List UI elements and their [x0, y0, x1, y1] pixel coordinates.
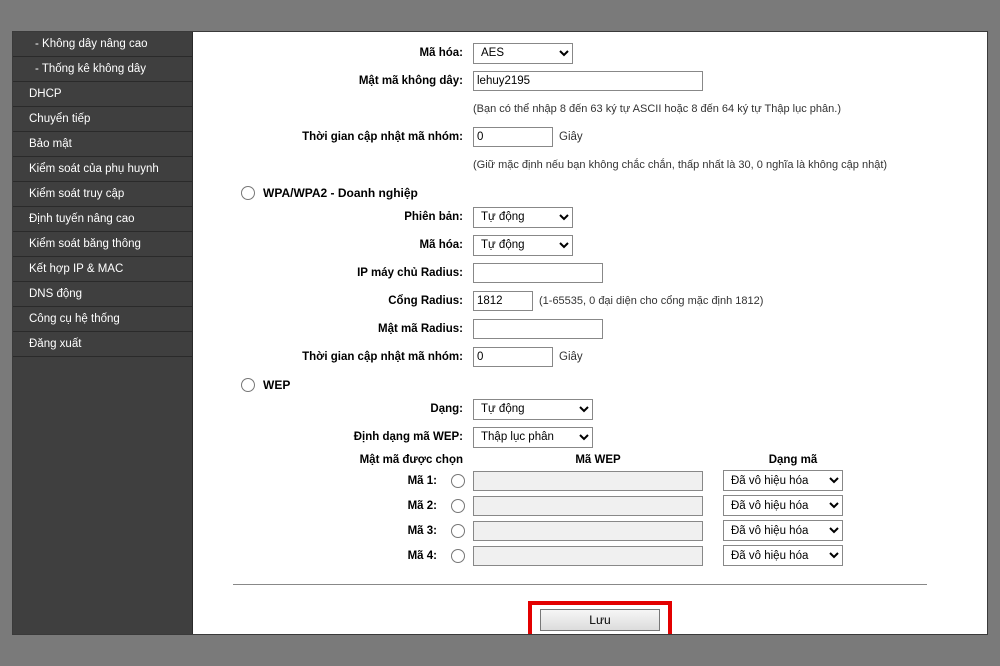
wep-key-label: Mã 4: [233, 550, 443, 562]
input-radius-port[interactable] [473, 291, 533, 311]
wep-key-row: Mã 2: Đã vô hiệu hóa [233, 495, 967, 516]
sidebar-item-6[interactable]: Kiểm soát truy cập [13, 182, 192, 207]
wep-header-selected: Mật mã được chọn [233, 454, 473, 466]
sidebar-item-3[interactable]: Chuyển tiếp [13, 107, 192, 132]
wep-key-row: Mã 1: Đã vô hiệu hóa [233, 470, 967, 491]
sidebar-item-10[interactable]: DNS động [13, 282, 192, 307]
radio-wep-key-3[interactable] [451, 524, 465, 538]
label-ent-encryption: Mã hóa: [233, 239, 473, 251]
label-ent-seconds: Giây [559, 351, 583, 363]
select-wep-key-type-2[interactable]: Đã vô hiệu hóa [723, 495, 843, 516]
label-radius-password: Mật mã Radius: [233, 323, 473, 335]
input-ent-group-key-update[interactable] [473, 347, 553, 367]
sidebar-item-11[interactable]: Công cụ hệ thống [13, 307, 192, 332]
select-encryption[interactable]: AES [473, 43, 573, 64]
input-wep-key-3[interactable] [473, 521, 703, 541]
wep-header-type: Dạng mã [723, 454, 863, 466]
select-wep-type[interactable]: Tự động [473, 399, 593, 420]
select-wep-format[interactable]: Thập lục phân [473, 427, 593, 448]
main-content: Mã hóa: AES Mật mã không dây: (Bạn có th… [193, 32, 987, 634]
radio-wep-key-1[interactable] [451, 474, 465, 488]
sidebar-item-4[interactable]: Bảo mật [13, 132, 192, 157]
radio-wep-key-2[interactable] [451, 499, 465, 513]
hint-group-key-update: (Giữ mặc định nếu bạn không chắc chắn, t… [473, 159, 887, 171]
sidebar-item-5[interactable]: Kiểm soát của phụ huynh [13, 157, 192, 182]
input-radius-password[interactable] [473, 319, 603, 339]
label-encryption: Mã hóa: [233, 47, 473, 59]
divider [233, 584, 927, 585]
label-wep-type: Dạng: [233, 403, 473, 415]
input-wep-key-2[interactable] [473, 496, 703, 516]
input-wep-key-1[interactable] [473, 471, 703, 491]
sidebar-item-0[interactable]: - Không dây nâng cao [13, 32, 192, 57]
section-title-wpa-enterprise: WPA/WPA2 - Doanh nghiệp [263, 186, 418, 200]
wep-key-row: Mã 4: Đã vô hiệu hóa [233, 545, 967, 566]
radio-wpa-enterprise[interactable] [241, 186, 255, 200]
label-ent-group-key-update: Thời gian cập nhật mã nhóm: [233, 351, 473, 363]
input-group-key-update[interactable] [473, 127, 553, 147]
wep-key-row: Mã 3: Đã vô hiệu hóa [233, 520, 967, 541]
app-window: - Không dây nâng cao- Thống kê không dây… [12, 31, 988, 635]
save-button[interactable]: Lưu [540, 609, 660, 631]
label-wireless-password: Mật mã không dây: [233, 75, 473, 87]
wep-header-key: Mã WEP [473, 454, 723, 466]
select-ent-version[interactable]: Tự động [473, 207, 573, 228]
sidebar-item-12[interactable]: Đăng xuất [13, 332, 192, 357]
sidebar-item-1[interactable]: - Thống kê không dây [13, 57, 192, 82]
sidebar-item-8[interactable]: Kiểm soát băng thông [13, 232, 192, 257]
select-ent-encryption[interactable]: Tự động [473, 235, 573, 256]
label-ent-version: Phiên bản: [233, 211, 473, 223]
input-radius-ip[interactable] [473, 263, 603, 283]
highlight-box: Lưu [528, 601, 672, 634]
wep-key-label: Mã 1: [233, 475, 443, 487]
radio-wep[interactable] [241, 378, 255, 392]
sidebar: - Không dây nâng cao- Thống kê không dây… [13, 32, 193, 634]
sidebar-item-7[interactable]: Định tuyến nâng cao [13, 207, 192, 232]
label-radius-ip: IP máy chủ Radius: [233, 267, 473, 279]
label-group-key-update: Thời gian cập nhật mã nhóm: [233, 131, 473, 143]
wep-key-label: Mã 3: [233, 525, 443, 537]
radio-wep-key-4[interactable] [451, 549, 465, 563]
sidebar-item-9[interactable]: Kết hợp IP & MAC [13, 257, 192, 282]
hint-password-rules: (Bạn có thể nhập 8 đến 63 ký tự ASCII ho… [473, 103, 841, 115]
sidebar-item-2[interactable]: DHCP [13, 82, 192, 107]
select-wep-key-type-1[interactable]: Đã vô hiệu hóa [723, 470, 843, 491]
input-wep-key-4[interactable] [473, 546, 703, 566]
select-wep-key-type-3[interactable]: Đã vô hiệu hóa [723, 520, 843, 541]
label-seconds: Giây [559, 131, 583, 143]
input-wireless-password[interactable] [473, 71, 703, 91]
select-wep-key-type-4[interactable]: Đã vô hiệu hóa [723, 545, 843, 566]
label-radius-port: Cổng Radius: [233, 295, 473, 307]
section-title-wep: WEP [263, 378, 290, 392]
hint-radius-port: (1-65535, 0 đại diện cho cổng mặc định 1… [539, 295, 763, 307]
wep-key-label: Mã 2: [233, 500, 443, 512]
label-wep-format: Định dạng mã WEP: [233, 431, 473, 443]
